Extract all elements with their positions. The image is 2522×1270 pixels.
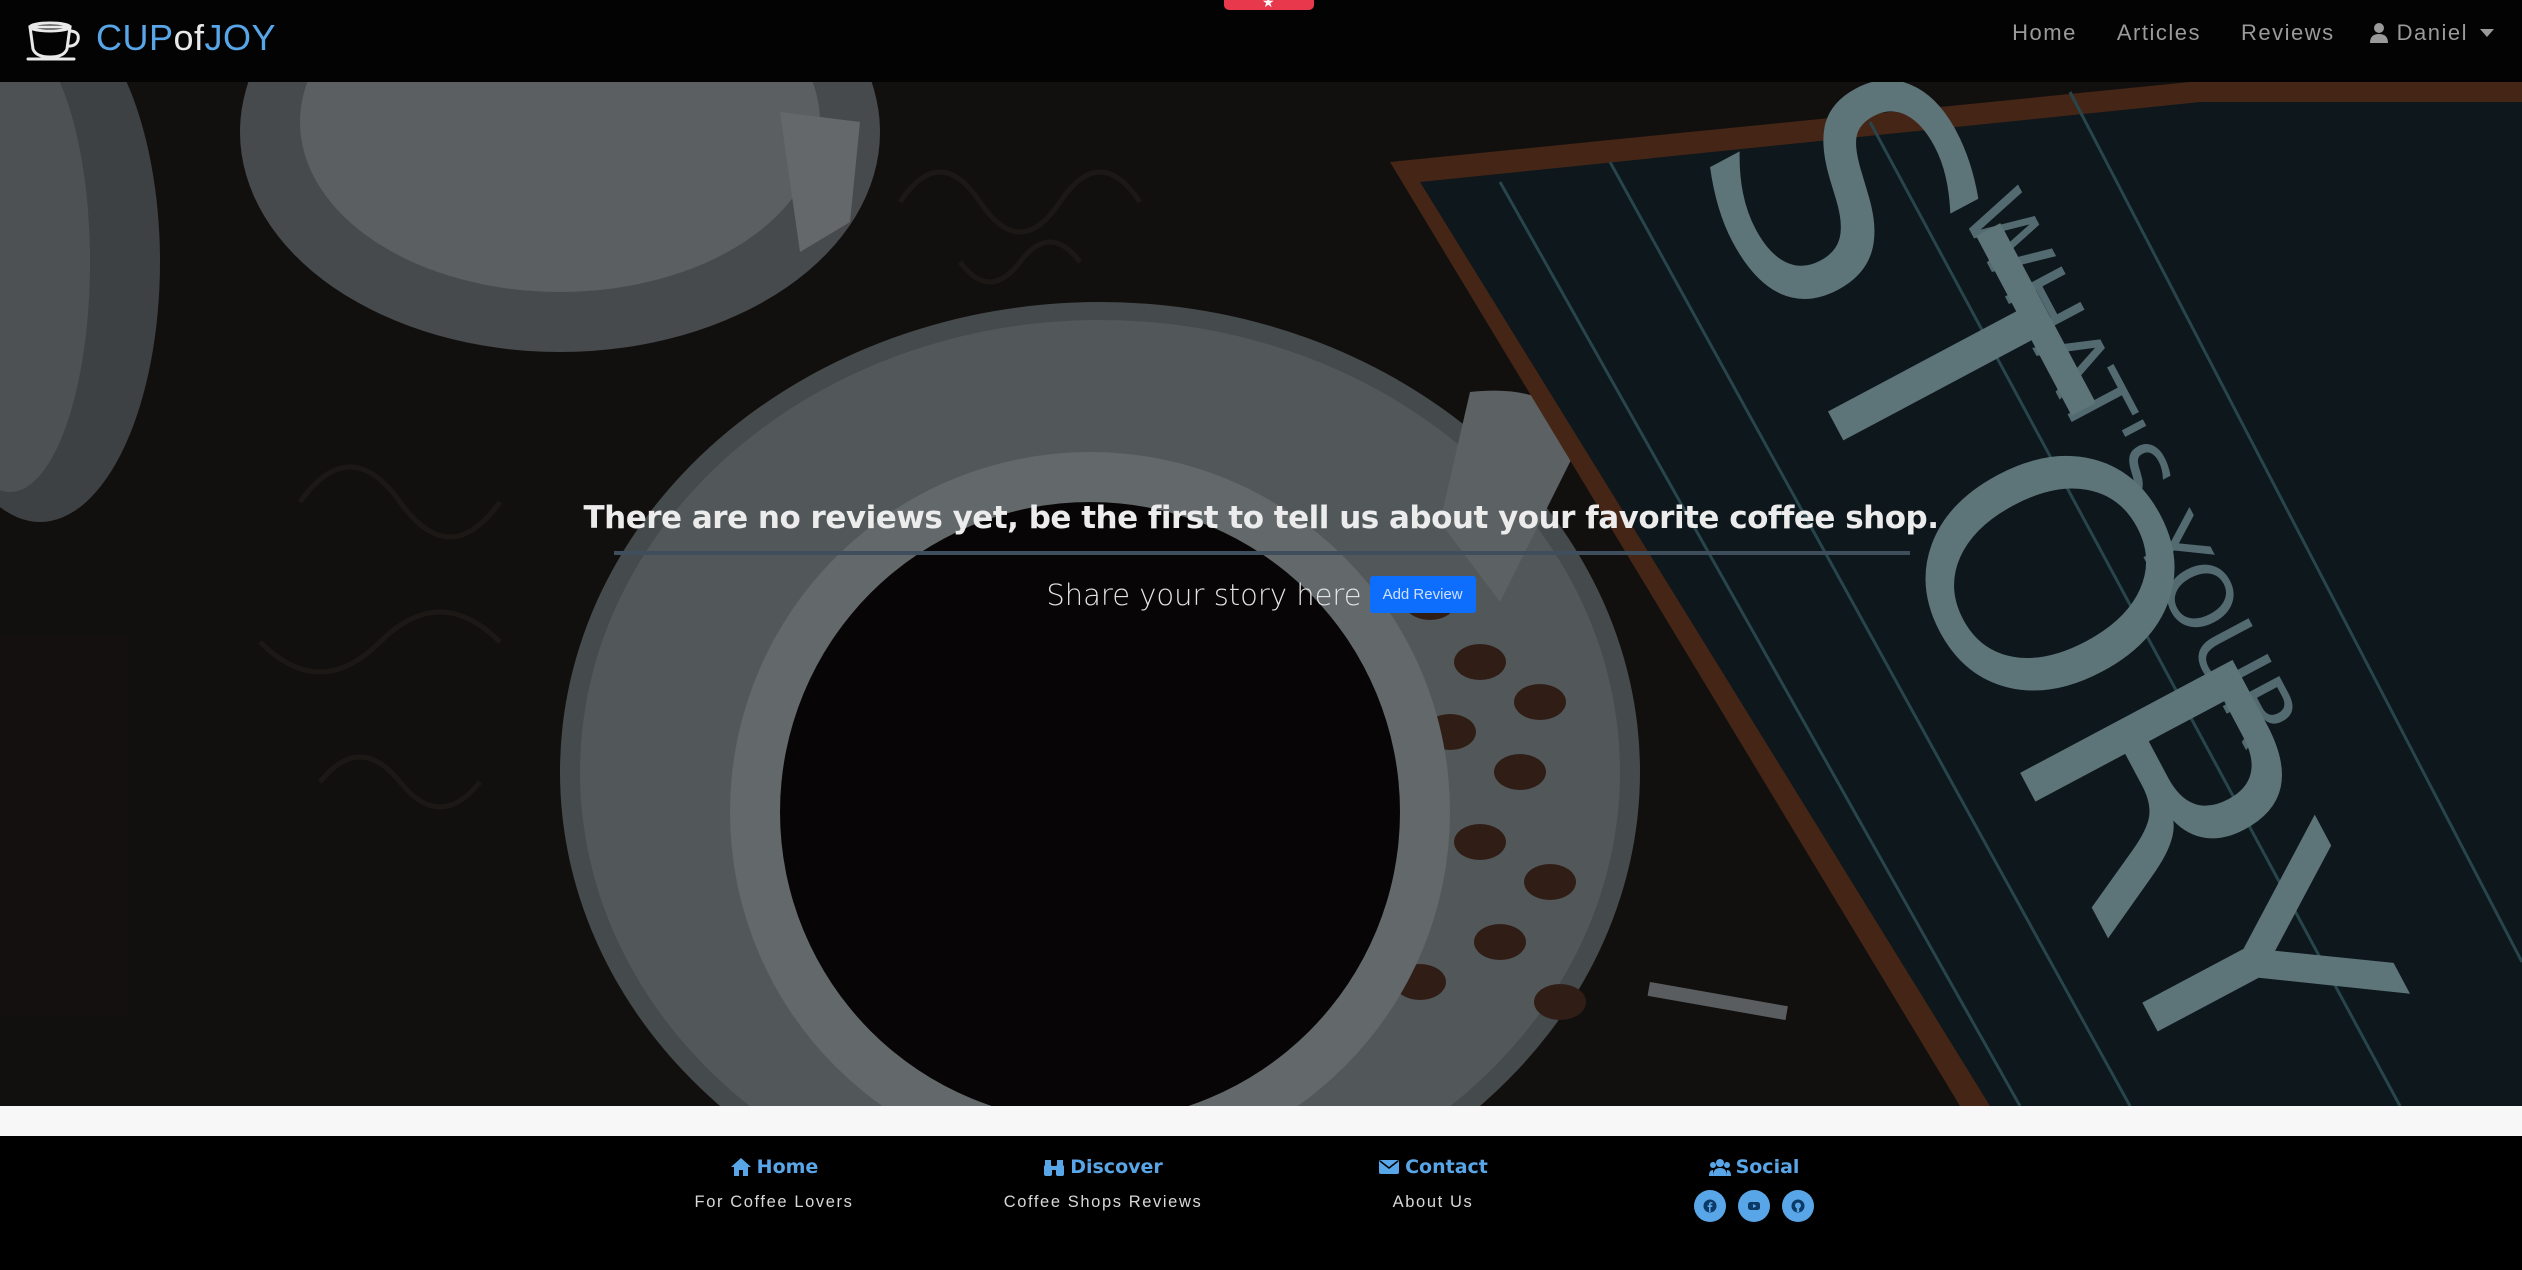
footer-discover-link[interactable]: Discover: [1000, 1156, 1206, 1178]
brand-logo[interactable]: CUPofJOY: [24, 12, 276, 64]
footer-col-home: Home For Coffee Lovers: [694, 1156, 854, 1212]
user-name: Daniel: [2396, 20, 2468, 45]
coffee-cup-icon: [26, 21, 80, 61]
brand-part-joy: JOY: [204, 17, 277, 58]
binoculars-icon: [1044, 1160, 1065, 1176]
share-row: Share your story here Add Review: [0, 576, 2522, 613]
share-story-text: Share your story here: [1046, 577, 1362, 612]
add-review-button[interactable]: Add Review: [1369, 576, 1476, 613]
nav-link-home[interactable]: Home: [2012, 20, 2077, 46]
home-icon: [730, 1158, 751, 1176]
chevron-down-icon: [2480, 29, 2494, 37]
facebook-icon[interactable]: [1694, 1190, 1726, 1222]
footer-discover-sub[interactable]: Coffee Shops Reviews: [1000, 1193, 1206, 1212]
footer-social-link[interactable]: Social: [1684, 1156, 1824, 1178]
brand-name: CUPofJOY: [96, 17, 276, 59]
users-icon: [1708, 1159, 1731, 1176]
nav-link-articles[interactable]: Articles: [2117, 20, 2201, 46]
star-icon: ★: [1262, 0, 1275, 10]
footer-home-sub[interactable]: For Coffee Lovers: [694, 1193, 854, 1212]
no-reviews-heading: There are no reviews yet, be the first t…: [583, 500, 1939, 536]
youtube-icon[interactable]: [1738, 1190, 1770, 1222]
footer: Home For Coffee Lovers Discover Coffee S…: [0, 1136, 2522, 1270]
nav-links: Home Articles Reviews Daniel: [1972, 20, 2494, 46]
footer-col-contact: Contact About Us: [1363, 1156, 1503, 1212]
footer-discover-heading: Discover: [1070, 1156, 1163, 1178]
envelope-icon: [1379, 1160, 1400, 1174]
hero-divider: [614, 551, 1910, 555]
footer-social-heading: Social: [1735, 1156, 1800, 1178]
footer-contact-heading: Contact: [1405, 1156, 1488, 1178]
social-icons: [1684, 1190, 1824, 1222]
navbar: CUPofJOY ★ Home Articles Reviews Daniel: [0, 0, 2522, 82]
user-icon: [2369, 23, 2388, 43]
nav-link-reviews[interactable]: Reviews: [2241, 20, 2335, 46]
user-menu-dropdown[interactable]: Daniel: [2369, 20, 2494, 46]
github-icon[interactable]: [1782, 1190, 1814, 1222]
footer-home-link[interactable]: Home: [694, 1156, 854, 1178]
footer-col-discover: Discover Coffee Shops Reviews: [1000, 1156, 1206, 1212]
footer-divider-strip: [0, 1106, 2522, 1136]
hero-section: WHAT'S YOUR STORY There are no reviews y…: [0, 82, 2522, 1106]
footer-contact-sub[interactable]: About Us: [1363, 1193, 1503, 1212]
footer-col-social: Social: [1684, 1156, 1824, 1222]
brand-part-of: of: [173, 17, 205, 58]
brand-part-cup: CUP: [96, 17, 174, 58]
footer-home-heading: Home: [756, 1156, 819, 1178]
footer-contact-link[interactable]: Contact: [1363, 1156, 1503, 1178]
top-star-tab[interactable]: ★: [1224, 0, 1314, 10]
